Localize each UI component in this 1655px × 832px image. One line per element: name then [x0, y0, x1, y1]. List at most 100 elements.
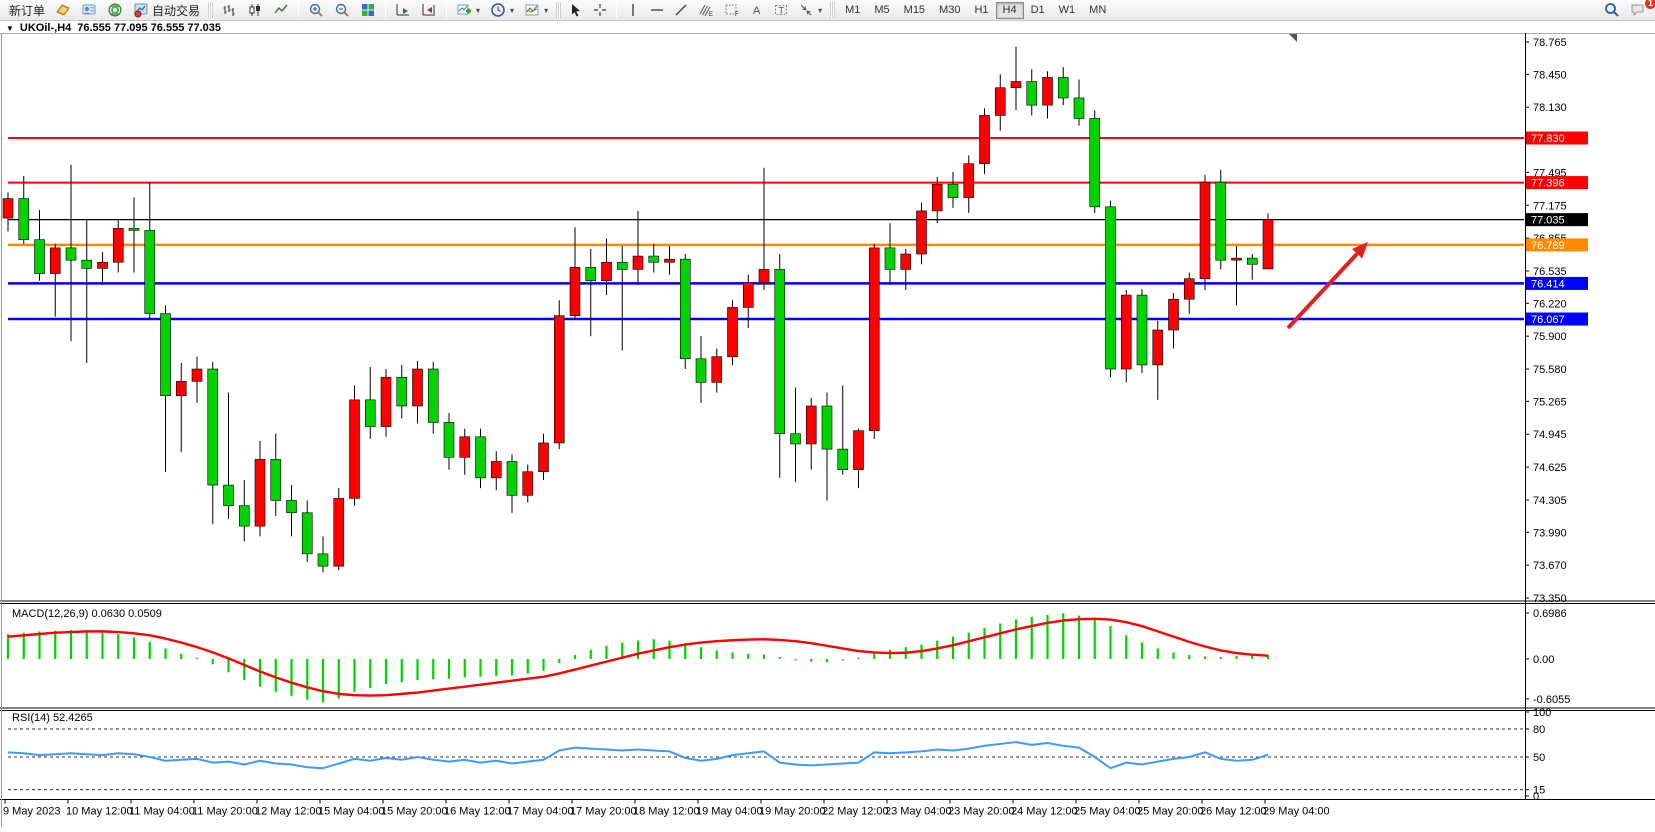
candle-body [617, 262, 627, 269]
candle-body [255, 459, 265, 526]
price-tick-label: 75.900 [1533, 331, 1567, 343]
candle-body [523, 472, 533, 496]
rsi-axis-label: 50 [1533, 752, 1545, 764]
candle-body [932, 184, 942, 211]
vertical-line-button[interactable] [621, 1, 645, 19]
text-button[interactable]: A [745, 1, 769, 19]
window-collapse-icon[interactable]: ▼ [6, 24, 14, 33]
notifications-button[interactable]: 1 [1625, 1, 1651, 19]
line-chart-icon [273, 2, 289, 18]
zoom-out-button[interactable] [329, 1, 355, 19]
tab-w1[interactable]: W1 [1052, 2, 1083, 19]
horizontal-line-button[interactable] [645, 1, 669, 19]
candle-body [1247, 258, 1257, 264]
new-order-button[interactable]: 新订单 [4, 1, 50, 19]
price-tick-label: 74.305 [1533, 495, 1567, 507]
tab-m5[interactable]: M5 [867, 2, 896, 19]
line-chart-button[interactable] [268, 1, 294, 19]
toolbar-separator [446, 2, 447, 18]
bar-chart-button[interactable] [216, 1, 242, 19]
fibonacci-button[interactable]: F [719, 1, 745, 19]
price-level-badge-label: 77.830 [1531, 133, 1565, 145]
trendline-button[interactable] [669, 1, 693, 19]
candle-body [791, 434, 801, 444]
indicators-button[interactable]: ▾ [451, 1, 485, 19]
candle-body [980, 115, 990, 163]
templates-button[interactable]: ▾ [519, 1, 553, 19]
time-tick-label: 15 May 04:00 [318, 806, 385, 818]
navigator-button[interactable] [76, 1, 102, 19]
chart-shift-button[interactable] [416, 1, 442, 19]
candle-body [350, 400, 360, 499]
price-tick-label: 77.175 [1533, 200, 1567, 212]
clock-icon [490, 2, 506, 18]
candle-body [1043, 77, 1053, 105]
zoom-in-button[interactable] [303, 1, 329, 19]
tab-h4[interactable]: H4 [996, 2, 1024, 19]
time-tick-label: 11 May 04:00 [129, 806, 195, 818]
auto-scroll-button[interactable] [390, 1, 416, 19]
tab-m30[interactable]: M30 [932, 2, 967, 19]
arrows-icon [798, 2, 814, 18]
tab-d1[interactable]: D1 [1024, 2, 1052, 19]
arrows-dropdown-caret: ▾ [818, 6, 822, 15]
tile-windows-button[interactable] [355, 1, 381, 19]
candle-body [1106, 207, 1116, 369]
market-watch-button[interactable] [50, 1, 76, 19]
search-icon [1604, 2, 1620, 18]
candle-body [1216, 182, 1226, 260]
candle-body [806, 406, 816, 444]
trend-arrow-annotation [1288, 254, 1357, 328]
time-tick-label: 10 May 12:00 [66, 806, 133, 818]
new-order-label: 新订单 [9, 2, 45, 19]
candle-body [1121, 295, 1131, 369]
search-button[interactable] [1599, 1, 1625, 19]
candle-body [145, 230, 155, 313]
macd-indicator-label: MACD(12,26,9) 0.0630 0.0509 [12, 608, 162, 620]
tab-m1[interactable]: M1 [838, 2, 867, 19]
candle-body [586, 267, 596, 280]
time-tick-label: 25 May 04:00 [1074, 806, 1141, 818]
main-toolbar: 新订单 自动交易 ▾ ▾ [0, 0, 1655, 21]
autotrade-button[interactable]: 自动交易 [128, 1, 205, 19]
price-level-badge-label: 76.789 [1531, 240, 1565, 252]
macd-axis-label: 0.6986 [1533, 608, 1567, 620]
candle-body [539, 443, 549, 472]
candle-body [1232, 258, 1242, 260]
candle-body [302, 513, 312, 554]
candlestick-chart-button[interactable] [242, 1, 268, 19]
periods-button[interactable]: ▾ [485, 1, 519, 19]
price-tick-label: 74.625 [1533, 462, 1567, 474]
price-tick-label: 75.580 [1533, 364, 1567, 376]
crosshair-icon [593, 3, 607, 17]
crosshair-button[interactable] [588, 1, 612, 19]
candle-body [759, 269, 769, 282]
candle-body [161, 314, 171, 396]
arrows-button[interactable]: ▾ [793, 1, 827, 19]
text-label-button[interactable]: T [769, 1, 793, 19]
autotrade-label: 自动交易 [152, 2, 200, 19]
candle-body [224, 485, 234, 506]
candle-body [476, 437, 486, 478]
chart-area[interactable]: 78.76578.45078.13077.81077.49577.17576.8… [0, 33, 1655, 827]
candle-body [460, 437, 470, 458]
candle-body [1090, 118, 1100, 206]
elliott-wave-icon: E [698, 2, 714, 18]
cursor-button[interactable] [564, 1, 588, 19]
indicators-dropdown-caret: ▾ [476, 6, 480, 15]
chart-canvas[interactable]: 78.76578.45078.13077.81077.49577.17576.8… [0, 33, 1655, 827]
data-window-button[interactable] [102, 1, 128, 19]
tab-mn[interactable]: MN [1082, 2, 1113, 19]
signal-icon [107, 2, 123, 18]
tab-m15[interactable]: M15 [897, 2, 932, 19]
elliott-wave-button[interactable]: E [693, 1, 719, 19]
candle-body [3, 199, 13, 219]
macd-axis-label: -0.6055 [1533, 694, 1570, 706]
candlestick-chart-icon [247, 2, 263, 18]
tab-h1[interactable]: H1 [967, 2, 995, 19]
candle-body [728, 307, 738, 356]
chat-bubble-icon [1630, 2, 1646, 18]
rsi-indicator-label: RSI(14) 52.4265 [12, 712, 93, 724]
candle-body [901, 254, 911, 269]
vertical-line-icon [626, 3, 640, 17]
